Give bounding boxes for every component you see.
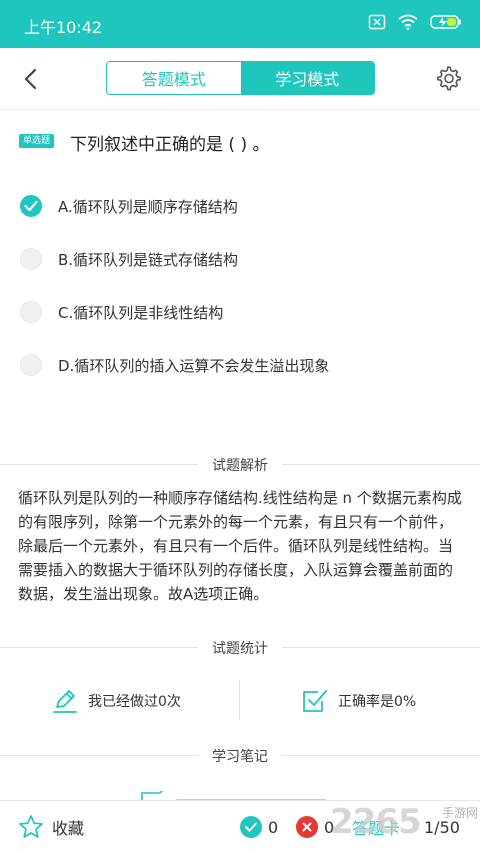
back-button[interactable] [16, 64, 46, 94]
check-icon [24, 200, 38, 212]
mode-switch: 答题模式 学习模式 [106, 61, 375, 95]
gear-icon [437, 66, 461, 91]
accuracy-text: 正确率是0% [338, 694, 417, 710]
done-count-text: 我已经做过0次 [88, 694, 181, 710]
progress-indicator: 1/50 [424, 813, 460, 841]
wrong-count: 0 [296, 813, 334, 841]
status-icons [368, 13, 462, 31]
stats-header: 试题统计 [0, 636, 480, 658]
status-time: 上午10:42 [24, 18, 103, 37]
option-b[interactable]: B.循环队列是链式存储结构 [20, 246, 238, 272]
progress-text: 1/50 [424, 817, 460, 837]
analysis-header: 试题解析 [0, 453, 480, 475]
note-entry-peek[interactable] [140, 788, 340, 800]
correct-count-value: 0 [268, 817, 279, 837]
wrong-icon [296, 816, 318, 838]
question-type-badge: 单选题 [19, 134, 55, 148]
option-label: A.循环队列是顺序存储结构 [58, 197, 238, 216]
star-icon [19, 815, 43, 838]
accuracy-stat: 正确率是0% [300, 684, 416, 718]
answer-card-button[interactable]: 答题卡 [352, 813, 400, 841]
notes-title: 学习笔记 [198, 749, 282, 765]
check-icon [245, 822, 257, 832]
settings-button[interactable] [434, 64, 462, 92]
stats-title: 试题统计 [198, 641, 282, 657]
correct-count: 0 [240, 813, 278, 841]
favorite-button[interactable]: 收藏 [18, 813, 84, 841]
analysis-title: 试题解析 [198, 458, 282, 474]
edit-note-icon [141, 788, 326, 800]
status-bar: 上午10:42 [0, 0, 480, 48]
question-text: 下列叙述中正确的是 ( ) 。 [70, 135, 270, 155]
favorite-label: 收藏 [52, 819, 85, 838]
option-label: D.循环队列的插入运算不会发生溢出现象 [58, 356, 330, 375]
option-c[interactable]: C.循环队列是非线性结构 [20, 299, 223, 325]
checkbox-icon [303, 690, 327, 712]
bottom-bar: 收藏 0 0 答题卡 1/50 [0, 800, 480, 853]
nav-bar: 答题模式 学习模式 [0, 48, 480, 110]
radio-unchecked [20, 301, 42, 323]
option-label: B.循环队列是链式存储结构 [58, 250, 239, 269]
option-label: C.循环队列是非线性结构 [58, 303, 224, 322]
radio-checked [20, 195, 42, 217]
option-d[interactable]: D.循环队列的插入运算不会发生溢出现象 [20, 352, 329, 378]
notes-header: 学习笔记 [0, 744, 480, 766]
wifi-icon [398, 14, 418, 30]
answer-card-label: 答题卡 [352, 819, 401, 838]
radio-unchecked [20, 354, 42, 376]
close-icon [302, 822, 312, 832]
tab-study-mode[interactable]: 学习模式 [240, 62, 374, 94]
pencil-icon [53, 690, 77, 713]
tab-answer-mode[interactable]: 答题模式 [107, 62, 241, 94]
wrong-count-value: 0 [324, 817, 335, 837]
battery-charging-icon [430, 15, 461, 29]
correct-icon [240, 816, 262, 838]
chevron-left-icon [24, 68, 37, 90]
option-a[interactable]: A.循环队列是顺序存储结构 [20, 193, 238, 219]
stats-row: 我已经做过0次 正确率是0% [0, 680, 480, 724]
analysis-text: 循环队列是队列的一种顺序存储结构.线性结构是 n 个数据元素构成的有限序列，除第… [18, 489, 462, 603]
sim-blocked-icon [368, 14, 386, 30]
stats-separator [239, 680, 240, 720]
done-count-stat: 我已经做过0次 [52, 684, 181, 718]
radio-unchecked [20, 248, 42, 270]
